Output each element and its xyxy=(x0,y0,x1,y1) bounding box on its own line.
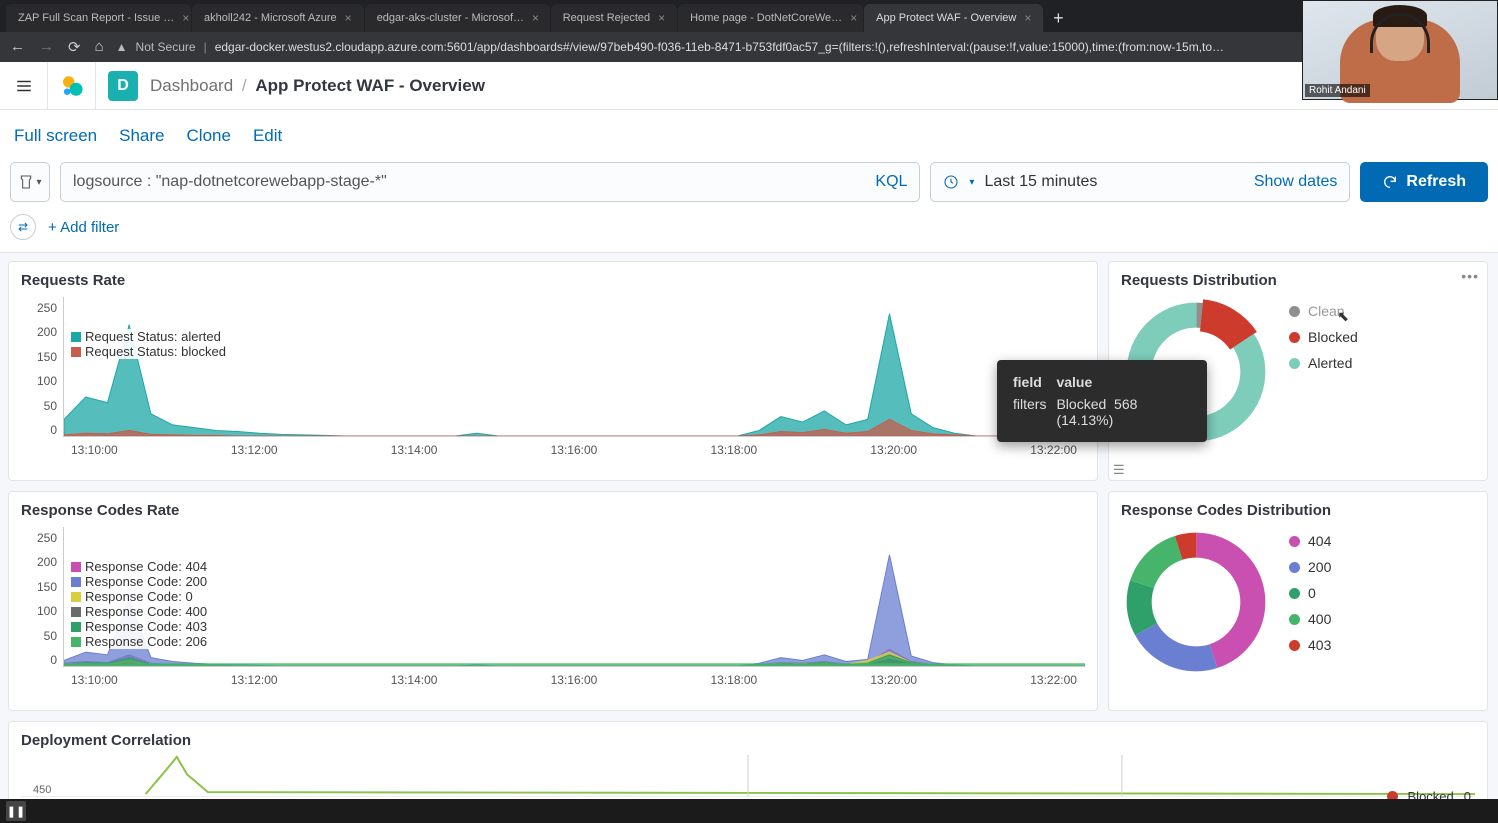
browser-toolbar: ← → ⟳ ⌂ ▲ Not Secure | edgar-docker.west… xyxy=(0,32,1498,62)
browser-tab[interactable]: ZAP Full Scan Report - Issue …× xyxy=(6,4,191,32)
chart-tooltip: fieldvalue filters Blocked 568 (14.13%) xyxy=(997,360,1207,442)
reload-icon[interactable]: ⟳ xyxy=(68,38,81,56)
chart-area[interactable]: 450 xyxy=(21,755,1475,797)
chart-area[interactable] xyxy=(63,527,1085,667)
new-tab-button[interactable]: + xyxy=(1044,4,1072,32)
y-axis: 250 200 150 100 50 0 xyxy=(21,297,63,457)
query-text: logsource : "nap-dotnetcorewebapp-stage-… xyxy=(73,173,387,191)
x-axis: 13:10:00 13:12:00 13:14:00 13:16:00 13:1… xyxy=(63,673,1085,687)
back-icon[interactable]: ← xyxy=(10,38,25,56)
panel-title: Requests Rate xyxy=(21,272,1085,289)
close-icon[interactable]: × xyxy=(850,11,857,25)
show-dates-link[interactable]: Show dates xyxy=(1254,173,1338,191)
browser-tab-active[interactable]: App Protect WAF - Overview× xyxy=(864,4,1043,32)
forward-icon[interactable]: → xyxy=(39,38,54,56)
refresh-icon xyxy=(1382,174,1398,190)
panel-title: Response Codes Rate xyxy=(21,502,1085,519)
webcam-overlay: Rohit Andani xyxy=(1302,0,1498,100)
query-bar: ▾ logsource : "nap-dotnetcorewebapp-stag… xyxy=(0,162,1498,214)
chart-legend: Response Code: 404 Response Code: 200 Re… xyxy=(71,559,207,649)
home-icon[interactable]: ⌂ xyxy=(95,38,104,56)
close-icon[interactable]: × xyxy=(532,11,539,25)
add-filter-button[interactable]: + Add filter xyxy=(48,219,119,236)
page-title: App Protect WAF - Overview xyxy=(255,76,485,95)
elastic-logo-icon[interactable] xyxy=(48,62,96,110)
app-badge[interactable]: D xyxy=(108,71,138,101)
x-axis: 13:10:00 13:12:00 13:14:00 13:16:00 13:1… xyxy=(63,443,1085,457)
refresh-button[interactable]: Refresh xyxy=(1360,162,1488,202)
legend-toggle-icon[interactable]: ☰ xyxy=(1113,462,1125,478)
timerange-label: Last 15 minutes xyxy=(984,173,1097,191)
close-icon[interactable]: × xyxy=(1024,11,1031,25)
fullscreen-button[interactable]: Full screen xyxy=(14,126,97,146)
panel-response-codes-distribution: Response Codes Distribution 404 200 0 40… xyxy=(1108,491,1488,711)
panel-response-codes-rate: Response Codes Rate 250 200 150 100 50 0… xyxy=(8,491,1098,711)
address-bar[interactable]: ▲ Not Secure | edgar-docker.westus2.clou… xyxy=(116,40,1406,54)
presenter-name: Rohit Andani xyxy=(1305,84,1370,97)
chart-area[interactable] xyxy=(63,297,1085,437)
chart-legend: Clean Blocked Alerted xyxy=(1289,303,1358,371)
chart-legend: Request Status: alerted Request Status: … xyxy=(71,329,226,359)
panel-title: Response Codes Distribution xyxy=(1121,502,1475,519)
pause-icon[interactable]: ❚❚ xyxy=(6,801,26,821)
edit-button[interactable]: Edit xyxy=(253,126,282,146)
search-input[interactable]: logsource : "nap-dotnetcorewebapp-stage-… xyxy=(60,162,920,202)
panel-title: Deployment Correlation xyxy=(21,732,1475,749)
app-header: D Dashboard / App Protect WAF - Overview xyxy=(0,62,1498,110)
panel-deployment-correlation: Deployment Correlation 450 Blocked 0 xyxy=(8,721,1488,811)
close-icon[interactable]: × xyxy=(182,11,189,25)
close-icon[interactable]: × xyxy=(345,11,352,25)
close-icon[interactable]: × xyxy=(658,11,665,25)
clock-icon xyxy=(943,174,959,190)
breadcrumb: Dashboard / App Protect WAF - Overview xyxy=(150,76,485,96)
saved-query-button[interactable]: ▾ xyxy=(10,162,50,202)
time-picker[interactable]: ▾ Last 15 minutes Show dates xyxy=(930,162,1350,202)
browser-tab[interactable]: akholl242 - Microsoft Azure× xyxy=(192,4,364,32)
dashboard-actions: Full screen Share Clone Edit xyxy=(0,110,1498,162)
panel-title: Requests Distribution xyxy=(1121,272,1475,289)
panel-options-icon[interactable]: ••• xyxy=(1461,268,1479,284)
query-language-toggle[interactable]: KQL xyxy=(875,173,907,191)
browser-tab[interactable]: Request Rejected× xyxy=(551,4,677,32)
chart-legend: 404 200 0 400 403 xyxy=(1289,533,1331,653)
not-secure-icon: ▲ xyxy=(116,40,128,54)
filter-bar: ⇄ + Add filter xyxy=(0,214,1498,253)
browser-tab[interactable]: Home page - DotNetCoreWe…× xyxy=(678,4,863,32)
y-axis: 250 200 150 100 50 0 xyxy=(21,527,63,687)
share-button[interactable]: Share xyxy=(119,126,164,146)
browser-tabs: ZAP Full Scan Report - Issue …× akholl24… xyxy=(0,0,1498,32)
breadcrumb-root[interactable]: Dashboard xyxy=(150,76,233,95)
video-controls: ❚❚ xyxy=(0,799,1498,823)
menu-button[interactable] xyxy=(0,62,48,110)
url-text: edgar-docker.westus2.cloudapp.azure.com:… xyxy=(215,40,1224,54)
browser-tab[interactable]: edgar-aks-cluster - Microsof…× xyxy=(365,4,550,32)
clone-button[interactable]: Clone xyxy=(187,126,231,146)
panel-requests-rate: Requests Rate 250 200 150 100 50 0 13:10… xyxy=(8,261,1098,481)
security-label: Not Secure xyxy=(136,40,196,54)
filter-options-button[interactable]: ⇄ xyxy=(10,214,36,240)
donut-chart[interactable] xyxy=(1121,527,1271,677)
